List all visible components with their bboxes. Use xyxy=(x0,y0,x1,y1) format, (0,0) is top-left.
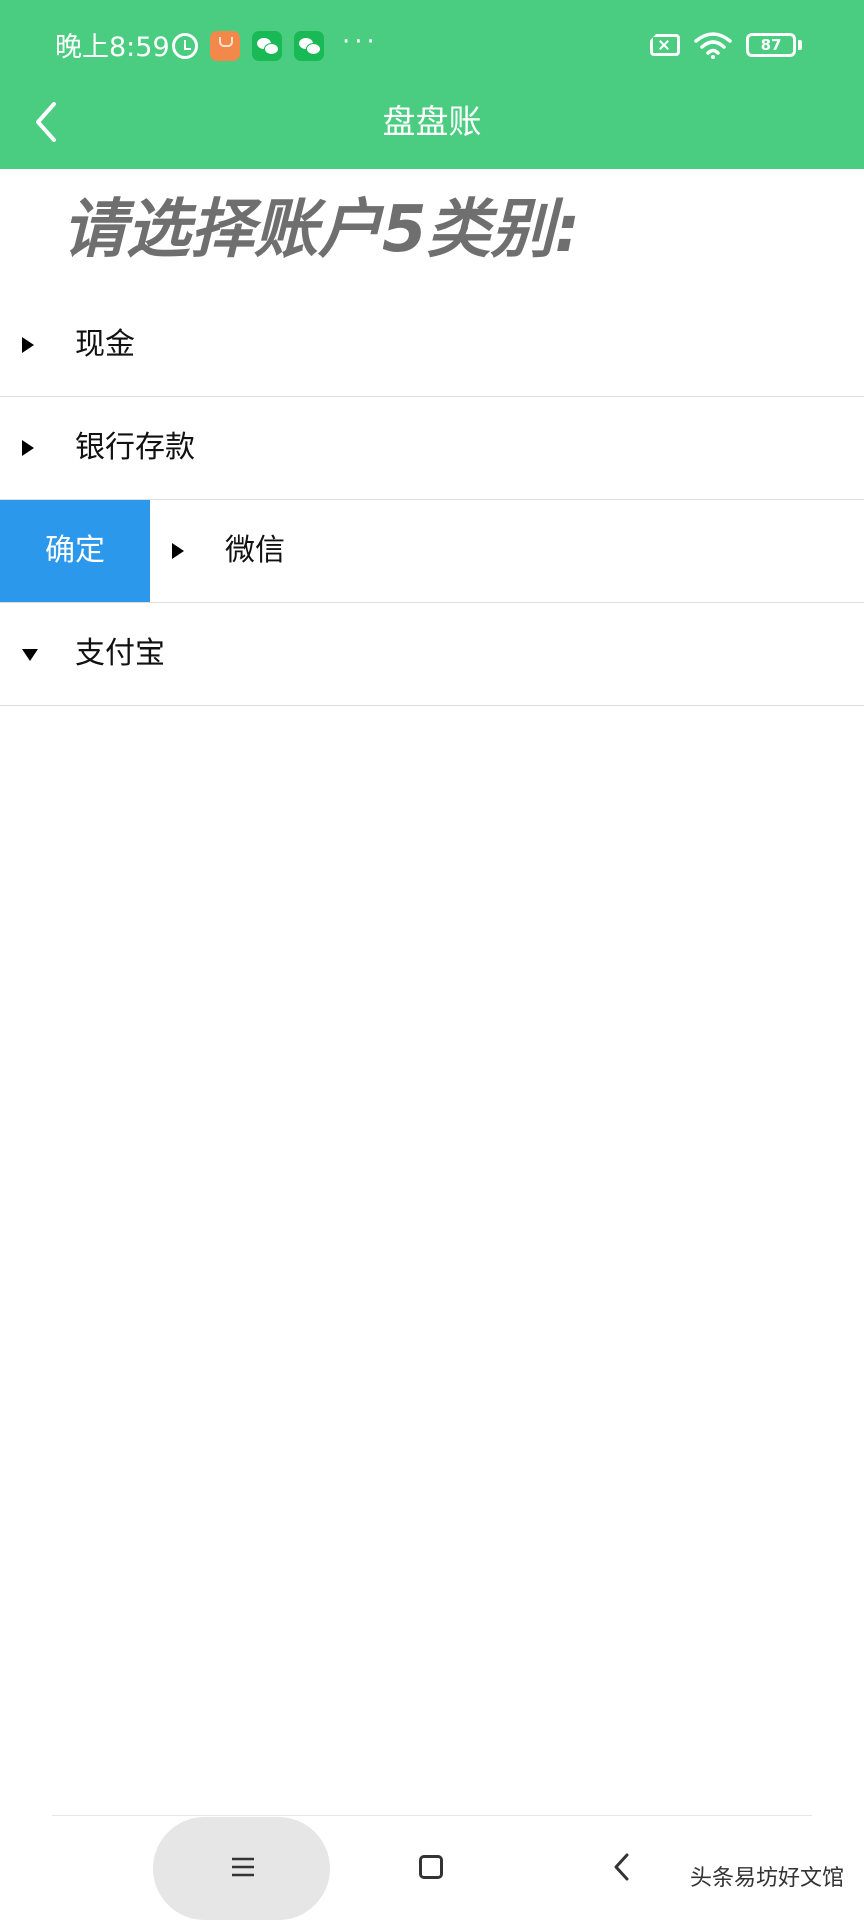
nav-divider xyxy=(52,1815,812,1816)
status-system: 87 xyxy=(650,31,802,59)
caret-right-icon xyxy=(22,337,34,353)
wifi-icon xyxy=(694,32,732,59)
account-item-label: 现金 xyxy=(75,327,135,362)
battery-cap xyxy=(798,40,802,50)
account-item-cash[interactable]: 现金 xyxy=(0,294,864,397)
alarm-icon xyxy=(172,33,198,59)
account-item-label: 银行存款 xyxy=(75,430,195,465)
account-item-bank-deposit[interactable]: 银行存款 xyxy=(0,397,864,500)
wechat-icon xyxy=(294,31,324,61)
nav-back-icon[interactable] xyxy=(611,1852,633,1882)
app-header: 晚上8:59 ··· 87 盘盘账 xyxy=(0,0,864,169)
confirm-button[interactable]: 确定 xyxy=(0,500,150,602)
status-notifications: ··· xyxy=(172,27,379,61)
menu-icon xyxy=(232,1857,254,1877)
shopping-app-icon xyxy=(210,31,240,61)
caret-right-icon xyxy=(22,440,34,456)
no-sim-icon xyxy=(650,34,680,56)
account-item-label: 支付宝 xyxy=(75,636,165,671)
page-title: 盘盘账 xyxy=(382,102,482,141)
status-time: 晚上8:59 xyxy=(55,32,170,63)
more-notifications-icon: ··· xyxy=(342,27,379,57)
account-category-list: 现金 银行存款 确定 微信 支付宝 xyxy=(0,294,864,706)
wechat-icon xyxy=(252,31,282,61)
account-item-label: 微信 xyxy=(225,533,285,568)
caret-right-icon xyxy=(172,543,184,559)
account-category-prompt: 请选择账户5类别: xyxy=(62,193,581,267)
battery-level: 87 xyxy=(746,33,796,57)
battery-indicator: 87 xyxy=(746,33,802,57)
account-item-wechat[interactable]: 确定 微信 xyxy=(0,500,864,603)
watermark-text: 头条易坊好文馆 xyxy=(689,1866,844,1891)
account-item-alipay[interactable]: 支付宝 xyxy=(0,603,864,706)
caret-down-icon xyxy=(22,649,38,661)
home-icon[interactable] xyxy=(419,1855,443,1879)
